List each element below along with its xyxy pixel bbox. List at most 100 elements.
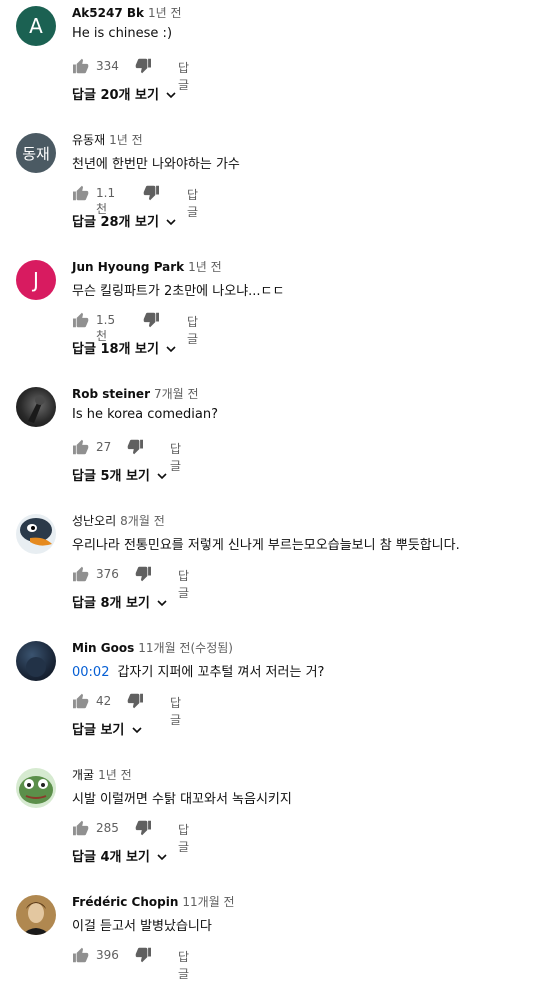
avatar[interactable] bbox=[16, 387, 56, 427]
chevron-down-icon bbox=[157, 854, 168, 861]
chevron-down-icon bbox=[166, 92, 177, 99]
comment-time[interactable]: 7개월 전 bbox=[154, 387, 199, 401]
view-replies-button[interactable]: 답글 5개 보기 bbox=[72, 465, 168, 484]
view-replies-button[interactable]: 답글 8개 보기 bbox=[72, 592, 168, 611]
comment-body: 시발 이럴꺼면 수탉 대꼬와서 녹음시키지 bbox=[72, 792, 292, 807]
chevron-down-icon bbox=[157, 473, 168, 480]
comment-time[interactable]: 8개월 전 bbox=[120, 514, 165, 528]
author-name[interactable]: Rob steiner bbox=[72, 387, 150, 401]
comment-body: Is he korea comedian? bbox=[72, 407, 219, 422]
comment-text: 시발 이럴꺼면 수탉 대꼬와서 녹음시키지 bbox=[72, 788, 292, 807]
comment-meta: 유동재 1년 전 bbox=[72, 131, 143, 148]
view-replies-label: 답글 보기 bbox=[72, 723, 125, 738]
author-name[interactable]: Ak5247 Bk bbox=[72, 6, 144, 20]
thumbs-up-icon[interactable] bbox=[72, 820, 90, 836]
avatar[interactable] bbox=[16, 895, 56, 935]
view-replies-button[interactable]: 답글 20개 보기 bbox=[72, 84, 177, 103]
comment-body: 우리나라 전통민요를 저렇게 신나게 부르는모오습늘보니 참 뿌듯합니다. bbox=[72, 538, 460, 553]
avatar-image bbox=[20, 518, 52, 546]
comment-meta: Jun Hyoung Park 1년 전 bbox=[72, 258, 222, 275]
comment-time[interactable]: 1년 전 bbox=[148, 6, 182, 20]
avatar-letter: J bbox=[33, 268, 39, 292]
avatar[interactable] bbox=[16, 641, 56, 681]
thumbs-down-icon[interactable] bbox=[142, 312, 160, 328]
thumbs-up-icon[interactable] bbox=[72, 693, 90, 709]
view-replies-button[interactable]: 답글 보기 bbox=[72, 719, 142, 738]
comment-meta: 성난오리 8개월 전 bbox=[72, 512, 165, 529]
avatar-letter: 동재 bbox=[22, 144, 50, 163]
timestamp-link[interactable]: 00:02 bbox=[72, 665, 109, 680]
reply-button[interactable]: 답글 bbox=[187, 313, 198, 347]
author-name[interactable]: 성난오리 bbox=[72, 514, 116, 528]
thumbs-down-icon[interactable] bbox=[142, 185, 160, 201]
thumbs-up-icon[interactable] bbox=[72, 566, 90, 582]
thumbs-up-icon[interactable] bbox=[72, 185, 90, 201]
comment-body: 무슨 킬링파트가 2초만에 나오냐...ㄷㄷ bbox=[72, 284, 285, 299]
thumbs-up-icon[interactable] bbox=[72, 439, 90, 455]
comment-meta: 개굴 1년 전 bbox=[72, 766, 132, 783]
avatar-image bbox=[28, 395, 45, 423]
comment-time[interactable]: 11개월 전(수정됨) bbox=[138, 641, 233, 655]
comment-time[interactable]: 11개월 전 bbox=[182, 895, 234, 909]
comment-body: 천년에 한번만 나와야하는 가수 bbox=[72, 157, 240, 172]
comment-time[interactable]: 1년 전 bbox=[188, 260, 222, 274]
like-count: 334 bbox=[96, 59, 119, 73]
author-name[interactable]: 개굴 bbox=[72, 768, 94, 782]
reply-button[interactable]: 답글 bbox=[178, 59, 189, 93]
chevron-down-icon bbox=[166, 219, 177, 226]
avatar-letter: A bbox=[29, 14, 43, 38]
reply-button[interactable]: 답글 bbox=[178, 948, 189, 982]
reply-button[interactable]: 답글 bbox=[170, 440, 181, 474]
avatar-image bbox=[22, 902, 50, 935]
comment-meta: Frédéric Chopin 11개월 전 bbox=[72, 893, 235, 910]
author-name[interactable]: Frédéric Chopin bbox=[72, 895, 178, 909]
author-name[interactable]: 유동재 bbox=[72, 133, 105, 147]
view-replies-label: 답글 18개 보기 bbox=[72, 342, 159, 357]
like-count: 42 bbox=[96, 694, 112, 708]
avatar[interactable]: 동재 bbox=[16, 133, 56, 173]
avatar-image bbox=[26, 657, 46, 677]
avatar[interactable]: J bbox=[16, 260, 56, 300]
reply-button[interactable]: 답글 bbox=[178, 567, 189, 601]
comment-text: 우리나라 전통민요를 저렇게 신나게 부르는모오습늘보니 참 뿌듯합니다. bbox=[72, 534, 460, 553]
comment-text: He is chinese :) bbox=[72, 26, 172, 41]
comment-meta: Min Goos 11개월 전(수정됨) bbox=[72, 639, 233, 656]
view-replies-label: 답글 28개 보기 bbox=[72, 215, 159, 230]
avatar[interactable] bbox=[16, 768, 56, 808]
like-count: 376 bbox=[96, 567, 119, 581]
reply-button[interactable]: 답글 bbox=[187, 186, 198, 220]
avatar[interactable] bbox=[16, 514, 56, 554]
view-replies-button[interactable]: 답글 28개 보기 bbox=[72, 211, 177, 230]
avatar-image bbox=[19, 776, 53, 804]
comment-meta: Ak5247 Bk 1년 전 bbox=[72, 4, 182, 21]
view-replies-label: 답글 8개 보기 bbox=[72, 596, 150, 611]
comment-text: 천년에 한번만 나와야하는 가수 bbox=[72, 153, 240, 172]
comment-text: 00:02 갑자기 지퍼에 꼬추털 껴서 저러는 거? bbox=[72, 661, 324, 680]
thumbs-down-icon[interactable] bbox=[134, 820, 152, 836]
author-name[interactable]: Jun Hyoung Park bbox=[72, 260, 184, 274]
thumbs-down-icon[interactable] bbox=[126, 439, 144, 455]
reply-button[interactable]: 답글 bbox=[170, 694, 181, 728]
view-replies-button[interactable]: 답글 4개 보기 bbox=[72, 846, 168, 865]
reply-button[interactable]: 답글 bbox=[178, 821, 189, 855]
view-replies-button[interactable]: 답글 18개 보기 bbox=[72, 338, 177, 357]
comment-time[interactable]: 1년 전 bbox=[109, 133, 143, 147]
avatar[interactable]: A bbox=[16, 6, 56, 46]
comment-meta: Rob steiner 7개월 전 bbox=[72, 385, 199, 402]
thumbs-down-icon[interactable] bbox=[126, 693, 144, 709]
thumbs-down-icon[interactable] bbox=[134, 58, 152, 74]
like-count: 285 bbox=[96, 821, 119, 835]
author-name[interactable]: Min Goos bbox=[72, 641, 134, 655]
comment-body: 이걸 듣고서 발병났습니다 bbox=[72, 919, 212, 934]
thumbs-down-icon[interactable] bbox=[134, 947, 152, 963]
thumbs-up-icon[interactable] bbox=[72, 947, 90, 963]
like-count: 396 bbox=[96, 948, 119, 962]
like-count: 27 bbox=[96, 440, 112, 454]
view-replies-label: 답글 4개 보기 bbox=[72, 850, 150, 865]
comment-time[interactable]: 1년 전 bbox=[98, 768, 132, 782]
thumbs-down-icon[interactable] bbox=[134, 566, 152, 582]
thumbs-up-icon[interactable] bbox=[72, 312, 90, 328]
thumbs-up-icon[interactable] bbox=[72, 58, 90, 74]
chevron-down-icon bbox=[157, 600, 168, 607]
comment-body: He is chinese :) bbox=[72, 26, 173, 41]
